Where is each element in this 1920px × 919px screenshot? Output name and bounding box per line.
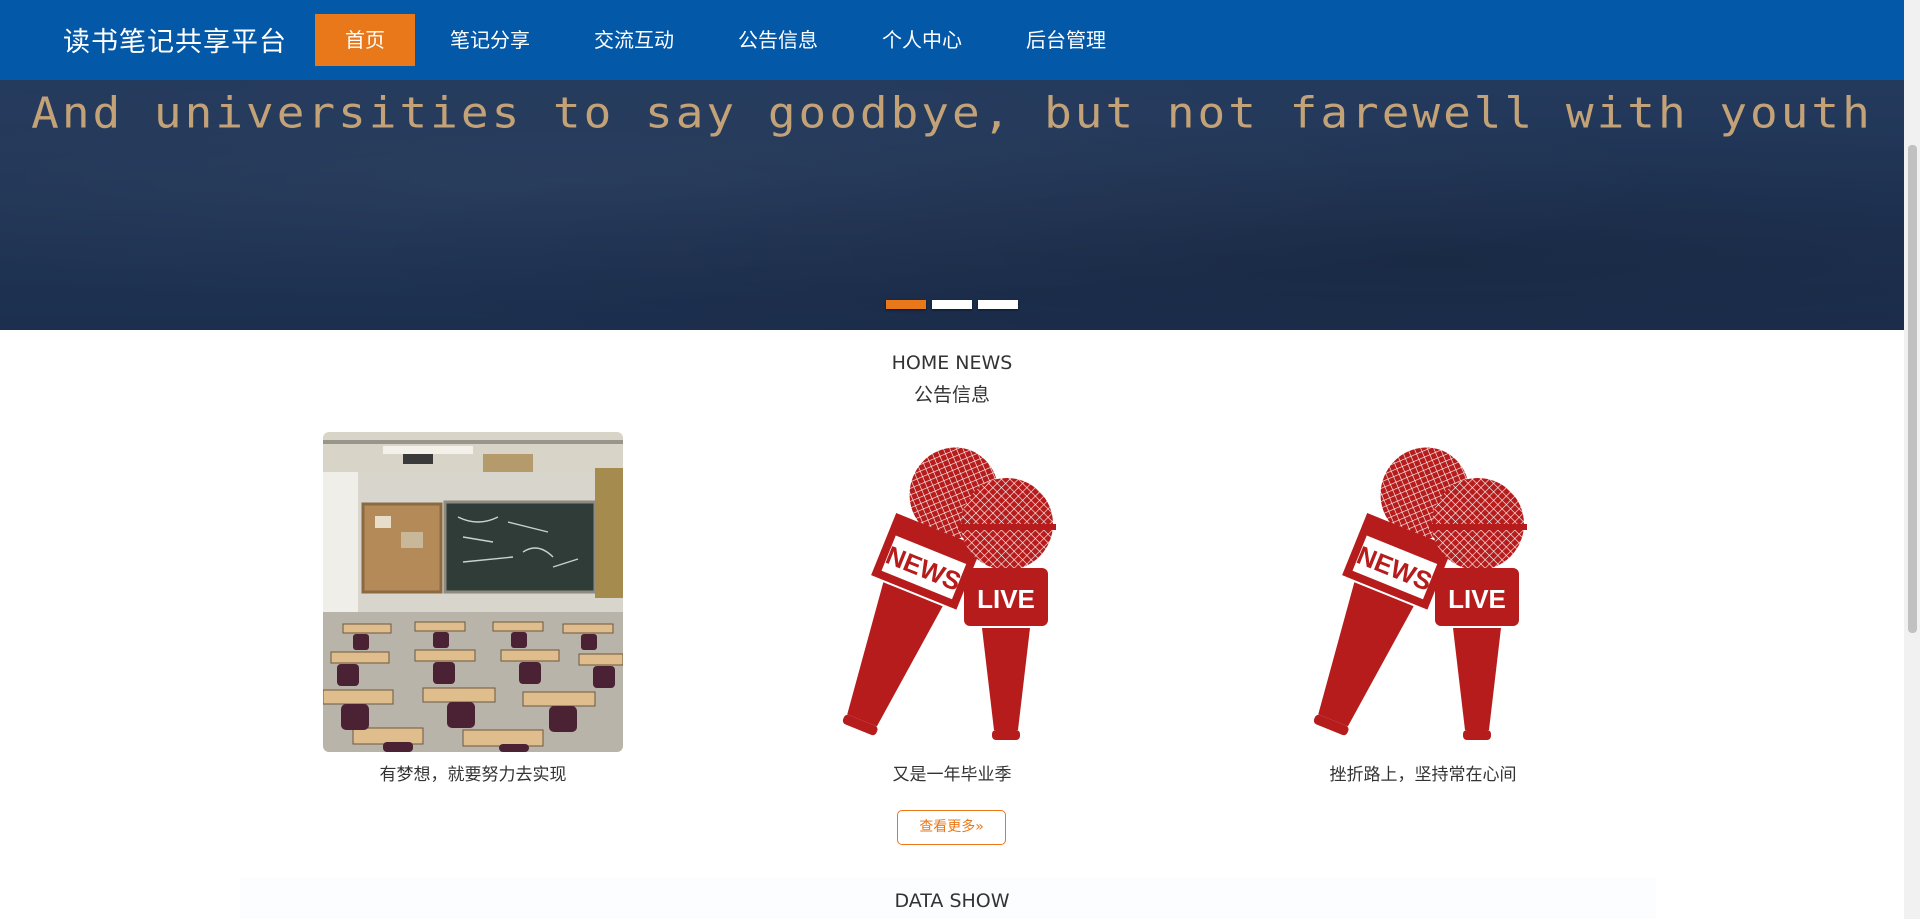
view-more-label: 查看更多 [919, 819, 976, 835]
top-navigation-bar: 读书笔记共享平台 首页 笔记分享 交流互动 公告信息 个人中心 后台管理 [0, 0, 1904, 80]
nav-item-admin[interactable]: 后台管理 [997, 14, 1135, 66]
news-card-2[interactable]: NEWS LIVE 又是一年毕业季 [802, 432, 1102, 785]
news-caption-3[interactable]: 挫折路上，坚持常在心间 [1233, 760, 1613, 785]
nav-item-personal-center[interactable]: 个人中心 [853, 14, 991, 66]
news-caption-2[interactable]: 又是一年毕业季 [762, 760, 1142, 785]
double-chevron-right-icon: » [975, 819, 984, 835]
carousel-dot-1[interactable] [886, 300, 926, 309]
news-microphone-icon: NEWS LIVE [1313, 447, 1527, 740]
news-card-1[interactable]: 有梦想，就要努力去实现 [323, 432, 623, 785]
nav-item-announcements[interactable]: 公告信息 [709, 14, 847, 66]
classroom-photo[interactable] [323, 432, 623, 752]
carousel-dot-2[interactable] [932, 300, 972, 309]
nav-item-home[interactable]: 首页 [315, 14, 415, 66]
svg-text:LIVE: LIVE [977, 584, 1035, 614]
news-card-3[interactable]: NEWS LIVE 挫折路上，坚持常在心间 [1273, 432, 1573, 785]
news-caption-1[interactable]: 有梦想，就要努力去实现 [283, 760, 663, 785]
svg-text:LIVE: LIVE [1448, 584, 1506, 614]
banner-slogan: And universities to say goodbye, but not… [31, 88, 1873, 138]
classroom-illustration [323, 432, 623, 752]
banner-carousel[interactable]: And universities to say goodbye, but not… [0, 80, 1904, 330]
nav-item-interaction[interactable]: 交流互动 [565, 14, 703, 66]
scrollbar-thumb[interactable] [1908, 145, 1917, 633]
site-brand[interactable]: 读书笔记共享平台 [63, 20, 287, 59]
main-nav: 首页 笔记分享 交流互动 公告信息 个人中心 后台管理 [315, 14, 1141, 66]
news-section-subtitle: 公告信息 [913, 384, 990, 406]
news-microphone-icon: NEWS LIVE [842, 447, 1056, 740]
news-live-image[interactable]: NEWS LIVE [1273, 432, 1573, 752]
page-scrollbar[interactable] [1904, 0, 1920, 919]
news-section-title: HOME NEWS [891, 352, 1013, 374]
view-more-button[interactable]: 查看更多» [897, 810, 1006, 845]
data-show-title: DATA SHOW [894, 890, 1010, 912]
nav-item-notes-share[interactable]: 笔记分享 [421, 14, 559, 66]
carousel-indicators [886, 300, 1024, 309]
news-live-image[interactable]: NEWS LIVE [802, 432, 1102, 752]
carousel-dot-3[interactable] [978, 300, 1018, 309]
